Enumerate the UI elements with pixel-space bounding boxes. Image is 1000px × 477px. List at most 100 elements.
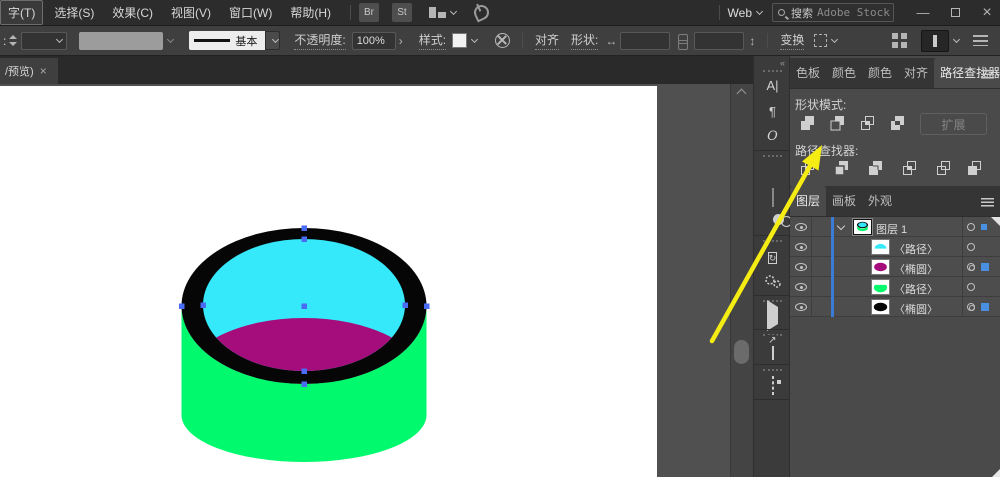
selected-art-indicator[interactable] [981,224,987,230]
layer-thumbnail[interactable] [853,219,872,235]
arrange-documents-icon[interactable] [892,33,907,48]
opacity-input[interactable]: 100% [352,32,396,50]
menu-view[interactable]: 视图(V) [164,1,218,24]
arrange-documents-icon[interactable] [429,7,446,18]
paragraph-panel-icon[interactable]: ¶ [754,104,791,119]
chevron-down-icon[interactable] [167,35,174,42]
pathfinder-minus-back-button[interactable] [962,158,986,180]
visibility-eye-icon[interactable] [795,263,807,271]
tab-layers[interactable]: 图层 [790,186,826,216]
pathfinder-trim-button[interactable] [829,158,853,180]
shape-mode-minus-front-button[interactable] [825,113,849,135]
link-dimensions-icon[interactable] [678,34,686,48]
pathfinder-crop-button[interactable] [897,158,921,180]
tab-color[interactable]: 颜色 [826,58,862,88]
workspace-switcher[interactable]: Web [728,6,752,20]
gpu-performance-icon[interactable] [472,3,492,23]
gradient-panel-icon[interactable] [754,189,791,207]
tab-swatches[interactable]: 色板 [790,58,826,88]
close-button[interactable]: × [974,4,1000,22]
target-circle[interactable] [967,283,975,291]
chevron-down-icon[interactable] [953,35,960,42]
shape-mode-exclude-button[interactable] [885,113,909,135]
visibility-eye-icon[interactable] [795,223,807,231]
menu-type[interactable]: 字(T) [0,0,43,25]
stroke-weight-select[interactable] [21,32,67,50]
panel-grip[interactable] [763,70,782,72]
layer-name[interactable]: 〈椭圆〉 [894,261,938,277]
panel-menu-icon[interactable] [981,70,994,79]
visibility-eye-icon[interactable] [795,283,807,291]
style-swatch[interactable] [452,33,467,48]
layer-thumbnail[interactable] [871,259,890,275]
chevron-down-icon[interactable] [756,7,763,14]
shape-width-input[interactable] [620,32,670,50]
minimize-button[interactable]: — [910,4,936,22]
selected-art-indicator[interactable] [981,303,989,311]
character-panel-icon[interactable]: A| [754,78,791,93]
pot-artwork[interactable] [0,84,753,477]
layer-name[interactable]: 图层 1 [876,221,907,237]
window-resize-grip[interactable] [992,469,1000,477]
brush-definition-select[interactable]: 基本 [189,31,265,50]
opentype-panel-icon[interactable]: O [754,129,791,144]
opacity-slider-arrow[interactable]: › [399,34,403,48]
pathfinder-outline-button[interactable] [931,158,955,180]
isolate-object-icon[interactable] [814,34,827,47]
layer-thumbnail[interactable] [871,239,890,255]
target-circle-targeted[interactable] [967,303,975,311]
layer-row[interactable]: 〈路径〉 [790,277,1000,297]
visibility-eye-icon[interactable] [795,243,807,251]
selected-art-indicator[interactable] [981,263,989,271]
tab-close-icon[interactable]: × [40,64,47,78]
target-circle[interactable] [967,243,975,251]
layer-row[interactable]: 〈椭圆〉 [790,257,1000,277]
target-circle-targeted[interactable] [967,263,975,271]
expand-chevron-icon[interactable] [837,222,845,230]
layer-name[interactable]: 〈椭圆〉 [894,301,938,317]
expand-button[interactable]: 扩展 [920,113,987,135]
variable-width-profile-select[interactable] [79,32,163,50]
free-transform-panel-icon[interactable] [754,377,791,395]
chevron-down-icon[interactable] [831,35,838,42]
stroke-weight-stepper[interactable] [9,35,17,46]
vertical-scrollbar[interactable] [730,84,753,477]
restore-button[interactable] [942,4,968,22]
layer-thumbnail[interactable] [871,299,890,315]
chevron-down-icon[interactable] [471,35,478,42]
layer-row[interactable]: 图层 1 [790,217,1000,237]
actions-panel-icon[interactable] [754,307,791,325]
menu-window[interactable]: 窗口(W) [222,1,279,24]
shape-height-input[interactable] [694,32,744,50]
layer-thumbnail[interactable] [871,279,890,295]
canvas-area[interactable] [0,84,753,477]
menu-list-icon[interactable] [973,35,988,46]
gears-panel-icon[interactable] [754,274,791,294]
brush-definition-dropdown[interactable] [265,31,280,50]
tab-color-guide[interactable]: 颜色 [862,58,898,88]
document-tab[interactable]: /预览) × [0,58,58,84]
chevron-down-icon[interactable] [450,7,457,14]
panel-grip[interactable] [763,369,782,371]
bridge-button[interactable]: Br [359,3,379,22]
tab-appearance[interactable]: 外观 [862,186,898,216]
layer-name[interactable]: 〈路径〉 [894,241,938,257]
export-panel-icon[interactable] [754,342,791,360]
menu-effect[interactable]: 效果(C) [105,1,160,24]
align-label[interactable]: 对齐 [535,31,559,50]
shape-mode-intersect-button[interactable] [855,113,879,135]
tab-artboards[interactable]: 画板 [826,186,862,216]
search-input[interactable]: 搜索 Adobe Stock [772,3,894,22]
document-layout-button[interactable] [921,30,949,52]
pathfinder-merge-button[interactable] [863,158,887,180]
tab-align[interactable]: 对齐 [898,58,934,88]
panel-menu-icon[interactable] [981,198,994,207]
transform-label[interactable]: 变换 [780,31,804,50]
menu-help[interactable]: 帮助(H) [283,1,338,24]
panel-grip[interactable] [763,240,782,242]
layer-row[interactable]: 〈椭圆〉 [790,297,1000,317]
shape-label[interactable]: 形状: [571,31,598,50]
collapse-dock-icon[interactable]: « [780,58,785,68]
shape-mode-unite-button[interactable] [795,113,819,135]
symbols-panel-icon[interactable]: ↻ [754,248,791,266]
